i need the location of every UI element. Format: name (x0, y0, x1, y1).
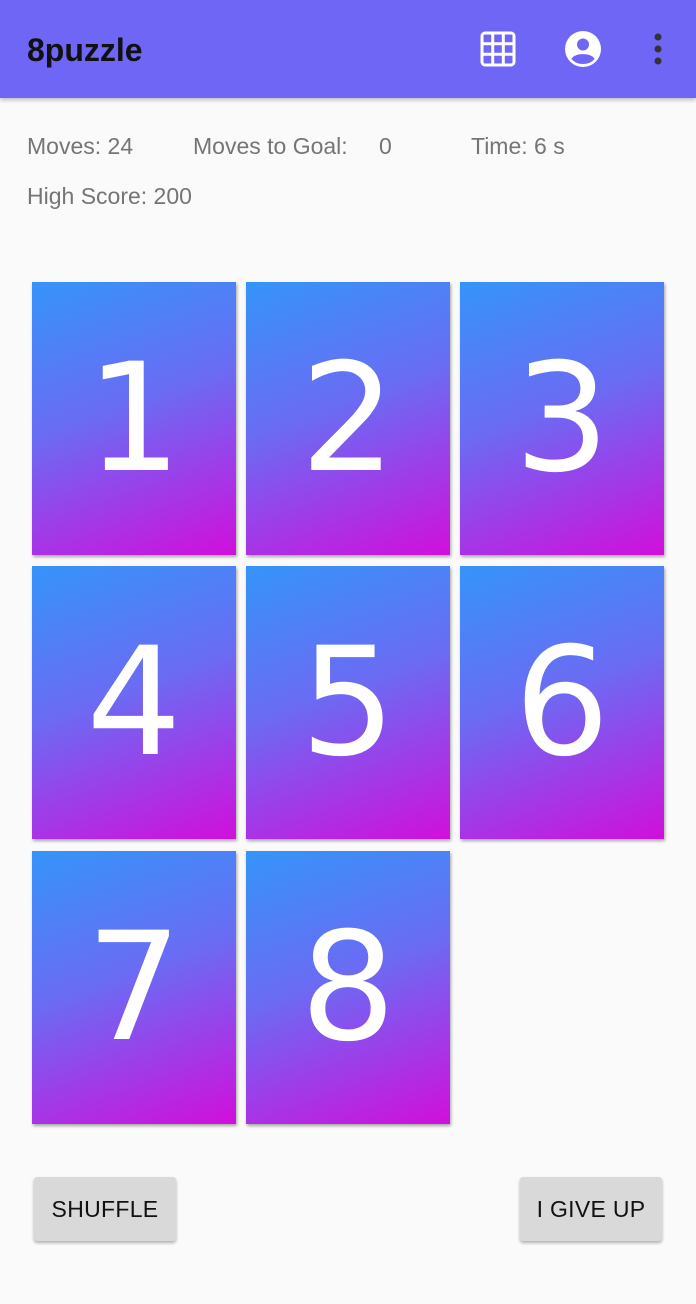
high-score: High Score: 200 (27, 183, 192, 209)
tile-number: 8 (300, 900, 396, 1075)
tile-number: 6 (514, 615, 610, 790)
tile-number: 4 (86, 615, 182, 790)
tile-8[interactable]: 8 (246, 851, 450, 1124)
grid-icon[interactable] (478, 29, 518, 69)
tile-number: 7 (86, 900, 182, 1075)
moves-to-goal-label: Moves to Goal: (193, 133, 348, 159)
moves-count: Moves: 24 (27, 133, 134, 159)
tile-number: 2 (300, 331, 396, 506)
tile-number: 1 (86, 331, 182, 506)
tile-1[interactable]: 1 (32, 282, 236, 555)
tile-number: 5 (300, 615, 396, 790)
app-bar: 8puzzle (0, 0, 696, 98)
shuffle-button[interactable]: SHUFFLE (34, 1177, 176, 1241)
tile-7[interactable]: 7 (32, 851, 236, 1124)
tile-3[interactable]: 3 (460, 282, 664, 555)
tile-5[interactable]: 5 (246, 566, 450, 839)
tile-4[interactable]: 4 (32, 566, 236, 839)
account-circle-icon[interactable] (563, 29, 603, 69)
tile-number: 3 (514, 331, 610, 506)
moves-to-goal-value: 0 (379, 133, 392, 159)
give-up-button[interactable]: I GIVE UP (520, 1177, 662, 1241)
tile-6[interactable]: 6 (460, 566, 664, 839)
elapsed-time: Time: 6 s (471, 133, 565, 159)
tile-2[interactable]: 2 (246, 282, 450, 555)
app-title: 8puzzle (27, 32, 143, 68)
more-vert-icon[interactable] (638, 29, 678, 69)
